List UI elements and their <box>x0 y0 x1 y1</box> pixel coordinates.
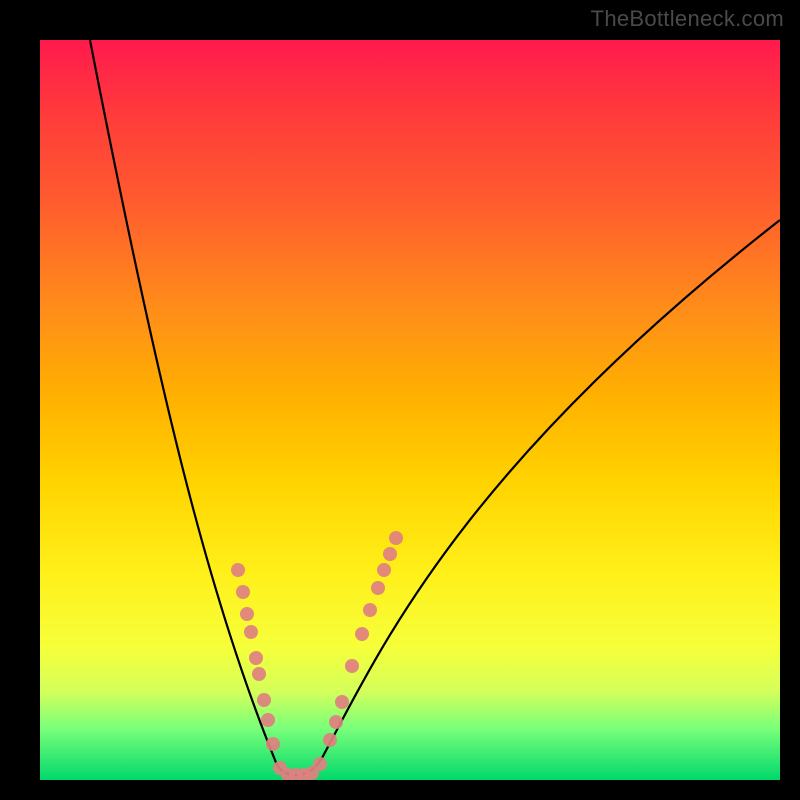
data-point-left <box>257 693 271 707</box>
data-point-left <box>236 585 250 599</box>
data-point-right <box>389 531 403 545</box>
data-point-right <box>329 715 343 729</box>
right-curve <box>296 220 780 775</box>
data-point-right <box>335 695 349 709</box>
data-point-left <box>252 667 266 681</box>
data-point-right <box>363 603 377 617</box>
data-point-left <box>249 651 263 665</box>
data-point-right <box>345 659 359 673</box>
data-point-left <box>231 563 245 577</box>
data-point-left <box>261 713 275 727</box>
data-point-left <box>240 607 254 621</box>
data-point-right <box>377 563 391 577</box>
chart-frame: TheBottleneck.com <box>0 0 800 800</box>
data-point-trough <box>313 757 327 771</box>
data-point-right <box>383 547 397 561</box>
data-point-right <box>371 581 385 595</box>
data-point-left <box>266 737 280 751</box>
curve-layer <box>40 40 780 780</box>
watermark-text: TheBottleneck.com <box>591 6 784 32</box>
left-curve <box>90 40 296 775</box>
data-point-right <box>355 627 369 641</box>
plot-area <box>40 40 780 780</box>
data-point-right <box>323 733 337 747</box>
data-point-left <box>244 625 258 639</box>
